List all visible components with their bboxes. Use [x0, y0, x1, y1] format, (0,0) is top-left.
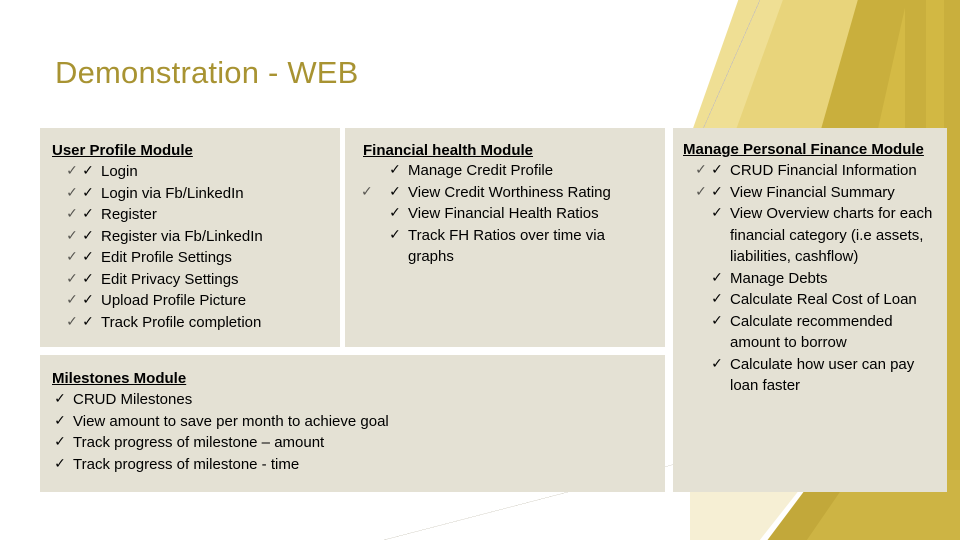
- corner-band-dark-gold-icon: [820, 0, 960, 134]
- list-item-label: Register via Fb/LinkedIn: [101, 227, 263, 245]
- check-icon: ✓: [711, 205, 723, 221]
- check-icon: ✓: [82, 227, 94, 244]
- check-icon: ✓: [711, 269, 723, 286]
- list-item-label: View amount to save per month to achieve…: [73, 412, 389, 430]
- check-icon: ✓: [389, 183, 401, 200]
- list-item-label: Edit Privacy Settings: [101, 270, 239, 288]
- check-icon: ✓: [66, 313, 78, 330]
- check-icon: ✓: [66, 249, 78, 265]
- list-item: ✓ ✓ View Financial Summary: [693, 182, 939, 204]
- check-icon: ✓: [54, 412, 66, 429]
- list-item-label: View Financial Health Ratios: [408, 205, 599, 222]
- financial-health-module-title: Financial health Module: [363, 142, 534, 159]
- list-item-label: Track progress of milestone – amount: [73, 434, 325, 451]
- check-icon: ✓: [389, 205, 401, 221]
- list-item: ✓ ✓ Login: [64, 161, 330, 183]
- check-icon: ✓: [66, 270, 78, 287]
- list-item: ✓✓Manage Credit Profile: [387, 160, 655, 182]
- list-item: ✓ ✓ CRUD Financial Information: [693, 160, 939, 182]
- page-title: Demonstration - WEB: [55, 55, 359, 90]
- check-icon: ✓: [82, 270, 94, 287]
- check-icon: ✓: [54, 434, 66, 450]
- check-icon: ✓: [54, 455, 66, 472]
- list-item: ✓✓View amount to save per month to achie…: [52, 411, 655, 433]
- list-item: ✓✓Calculate Real Cost of Loan: [693, 289, 939, 311]
- list-item: ✓ ✓ Edit Privacy Settings: [64, 269, 330, 291]
- slide: Demonstration - WEB User Profile Module …: [0, 0, 960, 540]
- financial-health-module-box: Financial health Module ✓ ✓ ✓ Manage Credi…: [345, 128, 665, 347]
- manage-personal-finance-module-title: Manage Personal Finance Module: [683, 141, 924, 158]
- list-item: ✓ ✓ Track Profile completion: [64, 312, 330, 334]
- list-item: ✓✓Track FH Ratios over time via graphs: [387, 225, 655, 268]
- list-item: ✓✓CRUD Milestones: [52, 389, 655, 411]
- manage-personal-finance-module-list: ✓ ✓ CRUD Financial Information ✓ ✓ View Finan…: [683, 160, 939, 397]
- list-item: ✓✓Calculate how user can pay loan faster: [693, 354, 939, 397]
- check-icon: ✓: [711, 162, 723, 178]
- manage-personal-finance-module-box: Manage Personal Finance Module ✓ ✓ CRUD Fi…: [673, 128, 947, 492]
- check-icon: ✓: [66, 292, 78, 308]
- check-icon: ✓: [82, 292, 94, 308]
- list-item: ✓ ✓ Edit Profile Settings: [64, 247, 330, 269]
- list-item-label: Track Profile completion: [101, 313, 262, 331]
- list-item-label: Manage Credit Profile: [408, 162, 554, 179]
- list-item-label: View Overview charts for each financial …: [730, 205, 933, 265]
- corner-hairline-icon: [700, 0, 760, 136]
- user-profile-module-list: ✓ ✓ Login ✓ ✓ Login via Fb/LinkedIn ✓ ✓ Register…: [52, 161, 330, 333]
- list-item: ✓ ✓ Register via Fb/LinkedIn: [64, 226, 330, 248]
- list-item: ✓ ✓ Register: [64, 204, 330, 226]
- check-icon: ✓: [389, 226, 401, 243]
- list-item: ✓✓Calculate recommended amount to borrow: [693, 311, 939, 354]
- list-item: ✓ ✓ Login via Fb/LinkedIn: [64, 183, 330, 205]
- check-icon: ✓: [711, 183, 723, 200]
- stray-check-icon: ✓: [361, 184, 373, 200]
- check-icon: ✓: [711, 355, 723, 372]
- list-item-label: View Credit Worthiness Rating: [408, 183, 611, 201]
- check-icon: ✓: [54, 391, 66, 407]
- list-item: ✓✓Track progress of milestone - time: [52, 454, 655, 476]
- list-item-label: Calculate how user can pay loan faster: [730, 355, 915, 395]
- check-icon: ✓: [82, 163, 94, 179]
- list-item-label: Login: [101, 163, 138, 180]
- list-item-label: Edit Profile Settings: [101, 249, 232, 266]
- milestones-module-box: Milestones Module ✓✓CRUD Milestones✓✓Vie…: [40, 355, 665, 492]
- list-item-label: Upload Profile Picture: [101, 292, 247, 309]
- list-item-label: Calculate recommended amount to borrow: [730, 312, 893, 352]
- check-icon: ✓: [82, 249, 94, 265]
- corner-band-accent-gold-icon: [877, 0, 960, 134]
- check-icon: ✓: [711, 291, 723, 307]
- check-icon: ✓: [695, 162, 707, 178]
- check-icon: ✓: [66, 163, 78, 179]
- financial-health-module-list: ✓ ✓ Manage Credit Profile ✓ ✓ View Credit Wor…: [379, 160, 655, 268]
- check-icon: ✓: [711, 312, 723, 329]
- list-item-label: Manage Debts: [730, 269, 828, 287]
- list-item-label: CRUD Financial Information: [730, 162, 917, 179]
- check-icon: ✓: [82, 184, 94, 201]
- check-icon: ✓: [389, 162, 401, 178]
- list-item-label: Login via Fb/LinkedIn: [101, 184, 244, 202]
- list-item: ✓✓Manage Debts: [693, 268, 939, 290]
- user-profile-module-title: User Profile Module: [52, 142, 193, 159]
- list-item: ✓✓View Overview charts for each financia…: [693, 203, 939, 268]
- milestones-module-list: ✓✓CRUD Milestones✓✓View amount to save p…: [52, 389, 655, 475]
- check-icon: ✓: [66, 206, 78, 222]
- corner-band-light-gold-icon: [691, 0, 960, 134]
- list-item: ✓✓View Financial Health Ratios: [387, 203, 655, 225]
- list-item-label: Track progress of milestone - time: [73, 455, 300, 473]
- user-profile-module-box: User Profile Module ✓ ✓ Login ✓ ✓ Login via F…: [40, 128, 340, 347]
- milestones-module-title: Milestones Module: [52, 370, 187, 387]
- list-item: ✓ ✓ Upload Profile Picture: [64, 290, 330, 312]
- list-item-label: Track FH Ratios over time via graphs: [408, 226, 605, 266]
- list-item-label: Calculate Real Cost of Loan: [730, 291, 917, 308]
- corner-band-medium-gold-icon: [734, 0, 960, 134]
- list-item-label: Register: [101, 206, 157, 223]
- list-item-label: CRUD Milestones: [73, 391, 193, 408]
- list-item-label: View Financial Summary: [730, 183, 895, 201]
- check-icon: ✓: [82, 206, 94, 222]
- list-item: ✓✓Track progress of milestone – amount: [52, 432, 655, 454]
- check-icon: ✓: [66, 227, 78, 244]
- check-icon: ✓: [66, 184, 78, 201]
- check-icon: ✓: [82, 313, 94, 330]
- list-item: ✓✓View Credit Worthiness Rating: [387, 182, 655, 204]
- check-icon: ✓: [695, 183, 707, 200]
